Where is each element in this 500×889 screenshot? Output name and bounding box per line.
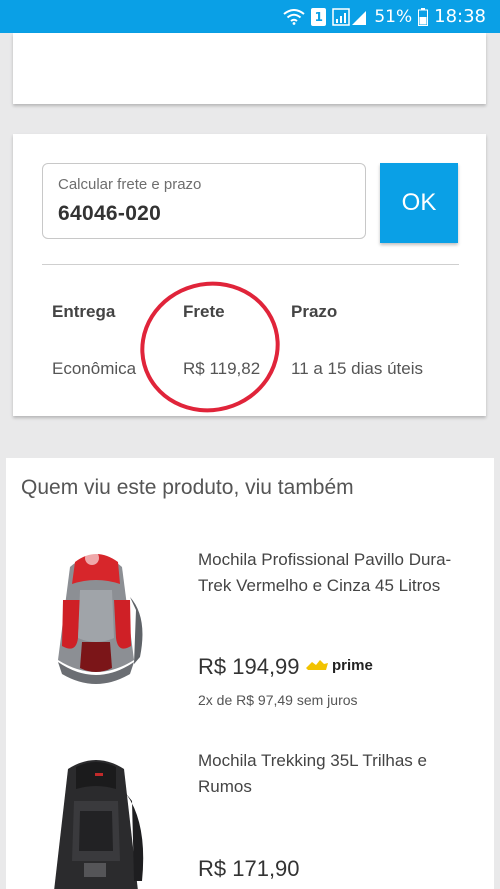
- status-icons: 1 51% 18:38: [283, 6, 486, 27]
- product-price: R$ 194,99: [198, 654, 300, 679]
- battery-percent: 51%: [374, 6, 413, 27]
- signal-icon: [332, 7, 367, 26]
- section-title: Quem viu este produto, viu também: [21, 476, 354, 499]
- previous-card: [13, 33, 486, 104]
- related-products-card: Quem viu este produto, viu também Mochil…: [6, 458, 494, 889]
- prime-label: prime: [332, 657, 373, 674]
- sim-icon: 1: [311, 7, 327, 26]
- prime-badge: prime: [304, 657, 373, 674]
- shipping-calculator-card: Calcular frete e prazo 64046-020 OK Entr…: [13, 134, 486, 428]
- zip-code-field[interactable]: Calcular frete e prazo 64046-020: [42, 163, 366, 239]
- wifi-icon: [283, 8, 305, 25]
- freight-highlight-circle: [125, 266, 295, 428]
- zip-code-value[interactable]: 64046-020: [58, 202, 161, 226]
- black-backpack-image[interactable]: [30, 751, 162, 889]
- status-time: 18:38: [434, 6, 486, 27]
- delivery-type: Econômica: [52, 359, 137, 378]
- product-card[interactable]: Mochila Profissional Pavillo Dura-Trek V…: [6, 542, 494, 712]
- product-name[interactable]: Mochila Profissional Pavillo Dura-Trek V…: [198, 547, 483, 599]
- battery-icon: [418, 7, 429, 26]
- header-delivery: Entrega: [52, 302, 116, 321]
- prime-icon: [306, 659, 328, 670]
- product-name[interactable]: Mochila Trekking 35L Trilhas e Rumos: [198, 748, 483, 800]
- product-card[interactable]: Mochila Trekking 35L Trilhas e Rumos R$ …: [6, 751, 494, 889]
- red-gray-backpack-image[interactable]: [30, 542, 162, 702]
- status-bar: 1 51% 18:38: [0, 0, 500, 33]
- divider: [42, 264, 459, 265]
- ok-button[interactable]: OK: [380, 163, 458, 243]
- product-price: R$ 171,90: [198, 856, 300, 881]
- product-installments: 2x de R$ 97,49 sem juros: [198, 692, 358, 708]
- zip-code-label: Calcular frete e prazo: [58, 176, 202, 193]
- header-deadline: Prazo: [291, 302, 338, 321]
- delivery-deadline: 11 a 15 dias úteis: [291, 359, 423, 378]
